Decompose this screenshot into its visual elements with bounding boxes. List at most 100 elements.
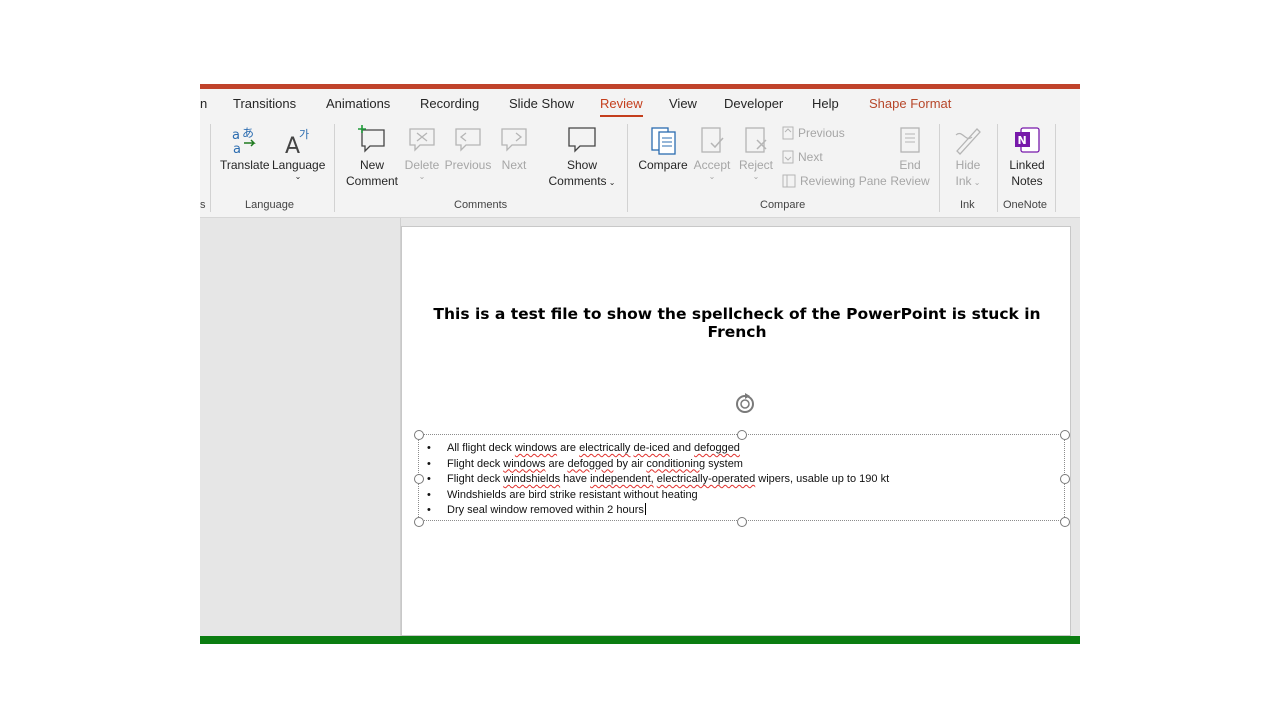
separator — [334, 124, 335, 212]
previous-change-icon — [782, 126, 794, 140]
tab-partial[interactable]: n — [200, 96, 207, 111]
workspace: This is a test file to show the spellche… — [200, 218, 1080, 636]
resize-handle-bottom-left[interactable] — [414, 517, 424, 527]
hide-ink-icon — [955, 128, 981, 155]
accept-icon — [701, 127, 724, 153]
delete-comment-button[interactable]: Delete ⌄ — [402, 125, 442, 181]
separator — [997, 124, 998, 212]
bullet-text-box[interactable]: All flight deck windows are electrically… — [414, 430, 1070, 527]
resize-handle-top-left[interactable] — [414, 430, 424, 440]
resize-handle-top-right[interactable] — [1060, 430, 1070, 440]
reviewing-pane-label: Reviewing Pane — [800, 174, 887, 188]
bullet-list: All flight deck windows are electrically… — [427, 441, 889, 519]
next-label: Next — [501, 158, 527, 172]
misspelled-word[interactable]: de-iced — [634, 442, 670, 454]
linked-notes-button[interactable]: N Linked Notes — [1004, 125, 1050, 189]
chevron-down-icon: ⌄ — [752, 172, 760, 181]
show-comments-label-2: Comments — [548, 174, 607, 188]
show-comments-button[interactable]: Show Comments ⌄ — [542, 125, 622, 191]
linked-notes-label-1: Linked — [1009, 158, 1045, 172]
hide-ink-label-2: Ink — [955, 174, 972, 188]
slide-title[interactable]: This is a test file to show the spellche… — [402, 305, 1072, 341]
next-comment-icon — [501, 128, 527, 152]
accept-label: Accept — [693, 158, 731, 172]
tab-recording[interactable]: Recording — [420, 96, 479, 111]
next-change-icon — [782, 150, 794, 164]
bullet-item[interactable]: Dry seal window removed within 2 hours — [427, 503, 889, 519]
language-label: Language — [272, 158, 326, 172]
misspelled-word[interactable]: windows — [515, 442, 557, 454]
svg-text:A: A — [285, 134, 300, 155]
compare-icon — [651, 127, 676, 155]
resize-handle-bottom-right[interactable] — [1060, 517, 1070, 527]
show-comments-icon — [568, 127, 596, 153]
rotate-handle-icon[interactable] — [732, 391, 758, 417]
misspelled-word[interactable]: windows — [503, 458, 545, 470]
onenote-icon: N — [1015, 127, 1040, 153]
hide-ink-button[interactable]: Hide Ink ⌄ — [948, 125, 988, 191]
previous-change-label: Previous — [798, 126, 845, 140]
tab-shape-format[interactable]: Shape Format — [869, 96, 951, 111]
next-change-button[interactable]: Next — [782, 150, 823, 164]
status-bar-strip — [200, 636, 1080, 644]
delete-label: Delete — [404, 158, 440, 172]
previous-change-button[interactable]: Previous — [782, 126, 845, 140]
svg-text:あ: あ — [242, 126, 254, 140]
misspelled-word[interactable]: conditioning — [646, 458, 705, 470]
text-cursor — [644, 503, 646, 516]
slide-thumbnail-pane[interactable] — [200, 218, 401, 636]
misspelled-word[interactable]: electrically-operated — [657, 473, 755, 485]
translate-button[interactable]: a あ a Translate — [220, 125, 270, 173]
translate-icon: a あ a — [232, 126, 256, 155]
hide-ink-label-1: Hide — [955, 158, 981, 172]
accept-button[interactable]: Accept ⌄ — [690, 125, 734, 181]
svg-text:가: 가 — [299, 128, 309, 141]
misspelled-word[interactable]: defogged — [694, 442, 740, 454]
tab-help[interactable]: Help — [812, 96, 839, 111]
end-review-icon — [900, 127, 920, 153]
partial-group-label: s — [200, 199, 206, 211]
bullet-item[interactable]: Flight deck windshields have independent… — [427, 472, 889, 488]
end-review-button[interactable]: End Review — [890, 125, 930, 189]
misspelled-word[interactable]: windshields — [503, 473, 560, 485]
language-button[interactable]: A 가 Language ⌄ — [272, 125, 326, 181]
compare-group-label: Compare — [760, 199, 806, 211]
next-comment-button[interactable]: Next — [494, 125, 534, 173]
ink-group-label: Ink — [960, 199, 975, 211]
misspelled-word[interactable]: independent, — [590, 473, 654, 485]
show-comments-label-1: Show — [566, 158, 598, 172]
tab-developer[interactable]: Developer — [724, 96, 783, 111]
tab-animations[interactable]: Animations — [326, 96, 390, 111]
linked-notes-label-2: Notes — [1011, 174, 1043, 188]
resize-handle-top[interactable] — [737, 430, 747, 440]
bullet-item[interactable]: All flight deck windows are electrically… — [427, 441, 889, 457]
bullet-item[interactable]: Flight deck windows are defogged by air … — [427, 457, 889, 473]
resize-handle-left[interactable] — [414, 474, 424, 484]
misspelled-word[interactable]: defogged — [567, 458, 613, 470]
new-comment-button[interactable]: New Comment — [342, 125, 402, 189]
separator — [627, 124, 628, 212]
misspelled-word[interactable]: electrically — [579, 442, 630, 454]
previous-comment-button[interactable]: Previous — [444, 125, 492, 173]
svg-text:N: N — [1018, 134, 1027, 147]
compare-label: Compare — [638, 158, 688, 172]
slide-canvas[interactable]: This is a test file to show the spellche… — [401, 226, 1071, 636]
reject-icon — [745, 127, 767, 153]
compare-button[interactable]: Compare — [636, 125, 690, 173]
reject-button[interactable]: Reject ⌄ — [736, 125, 776, 181]
separator — [939, 124, 940, 212]
resize-handle-right[interactable] — [1060, 474, 1070, 484]
new-comment-label-2: Comment — [345, 174, 398, 188]
comments-group-label: Comments — [454, 199, 508, 211]
tab-slide-show[interactable]: Slide Show — [509, 96, 574, 111]
ribbon-tabs: n Transitions Animations Recording Slide… — [200, 89, 1080, 119]
reviewing-pane-button[interactable]: Reviewing Pane — [782, 174, 887, 188]
chevron-down-icon: ⌄ — [294, 172, 302, 181]
tab-review[interactable]: Review — [600, 96, 643, 117]
reviewing-pane-icon — [782, 174, 796, 188]
chevron-down-icon: ⌄ — [606, 178, 616, 187]
tab-transitions[interactable]: Transitions — [233, 96, 296, 111]
resize-handle-bottom[interactable] — [737, 517, 747, 527]
tab-view[interactable]: View — [669, 96, 697, 111]
bullet-item[interactable]: Windshields are bird strike resistant wi… — [427, 488, 889, 504]
